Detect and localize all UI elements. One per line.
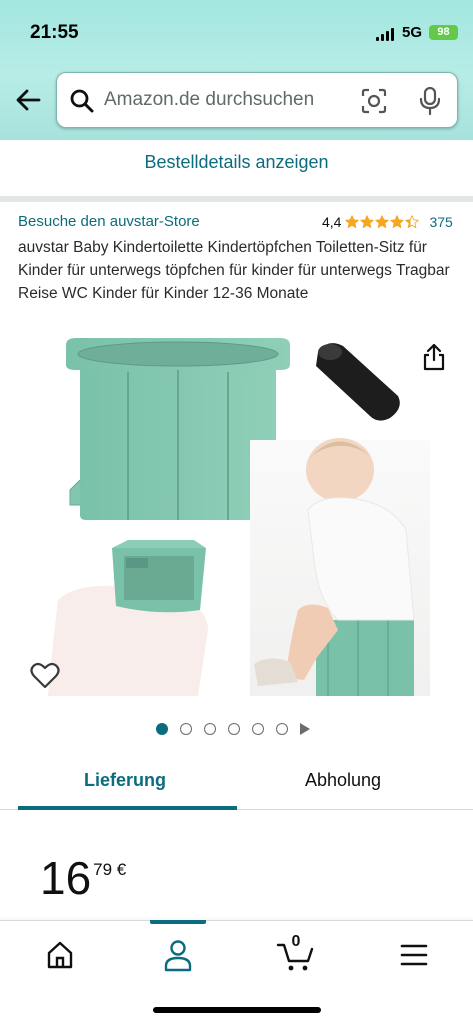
header: 21:55 5G 98 Amazon.de durchsuchen [0,0,473,140]
price-whole: 16 [40,852,92,904]
carousel-dot[interactable] [156,723,168,735]
product-image[interactable] [18,330,458,700]
network-label: 5G [402,24,423,41]
wishlist-heart-icon[interactable] [30,662,60,690]
cart-button[interactable]: 0 [276,933,316,973]
star-icon [375,215,390,229]
product-title: auvstar Baby Kindertoilette Kindertöpfch… [18,239,450,302]
active-tab-indicator [18,806,237,810]
camera-scan-icon[interactable] [361,88,387,114]
back-arrow-icon[interactable] [14,86,42,114]
store-link[interactable]: Besuche den auvstar-Store [18,213,200,230]
carousel-dot[interactable] [228,723,240,735]
search-icon [70,89,94,113]
active-nav-indicator [150,920,206,924]
rating-stars [345,215,420,229]
share-icon[interactable] [422,343,446,371]
carousel-dot[interactable] [204,723,216,735]
battery-icon: 98 [429,25,458,40]
signal-icon [376,28,394,41]
baby-sitting-image [250,438,430,696]
carousel-dot[interactable] [276,723,288,735]
menu-icon[interactable] [394,937,434,973]
battery-level: 98 [437,26,450,38]
status-time: 21:55 [30,22,79,43]
cart-count: 0 [291,933,301,950]
play-video-icon[interactable] [300,723,310,735]
rating-count[interactable]: 375 [429,214,452,230]
tab-lieferung[interactable]: Lieferung [84,770,166,791]
cutoff-text-line [70,140,270,144]
tab-abholung[interactable]: Abholung [305,770,381,791]
search-input[interactable]: Amazon.de durchsuchen [104,89,314,111]
price: 16 79 € [40,852,126,904]
star-icon [405,215,420,229]
carousel-dot[interactable] [252,723,264,735]
bottom-nav: 0 [0,920,473,1024]
account-icon[interactable] [158,937,198,973]
price-fraction: 79 € [93,860,127,879]
search-bar[interactable]: Amazon.de durchsuchen [56,72,458,128]
home-indicator [153,1007,321,1013]
delivery-tabs: Lieferung Abholung [0,758,473,810]
star-icon [345,215,360,229]
star-icon [390,215,405,229]
microphone-icon[interactable] [419,87,441,115]
order-details-link[interactable]: Bestelldetails anzeigen [0,152,473,173]
star-icon [360,215,375,229]
potty-folded-image [48,540,208,696]
waste-bag-roll-image [316,343,400,421]
rating-value: 4,4 [322,214,342,230]
carousel-dot[interactable] [180,723,192,735]
home-icon[interactable] [40,937,80,973]
rating[interactable]: 4,4 375 [322,214,453,230]
status-bar: 21:55 5G 98 [0,20,473,50]
image-carousel-dots[interactable] [156,723,310,735]
section-divider [0,196,473,202]
